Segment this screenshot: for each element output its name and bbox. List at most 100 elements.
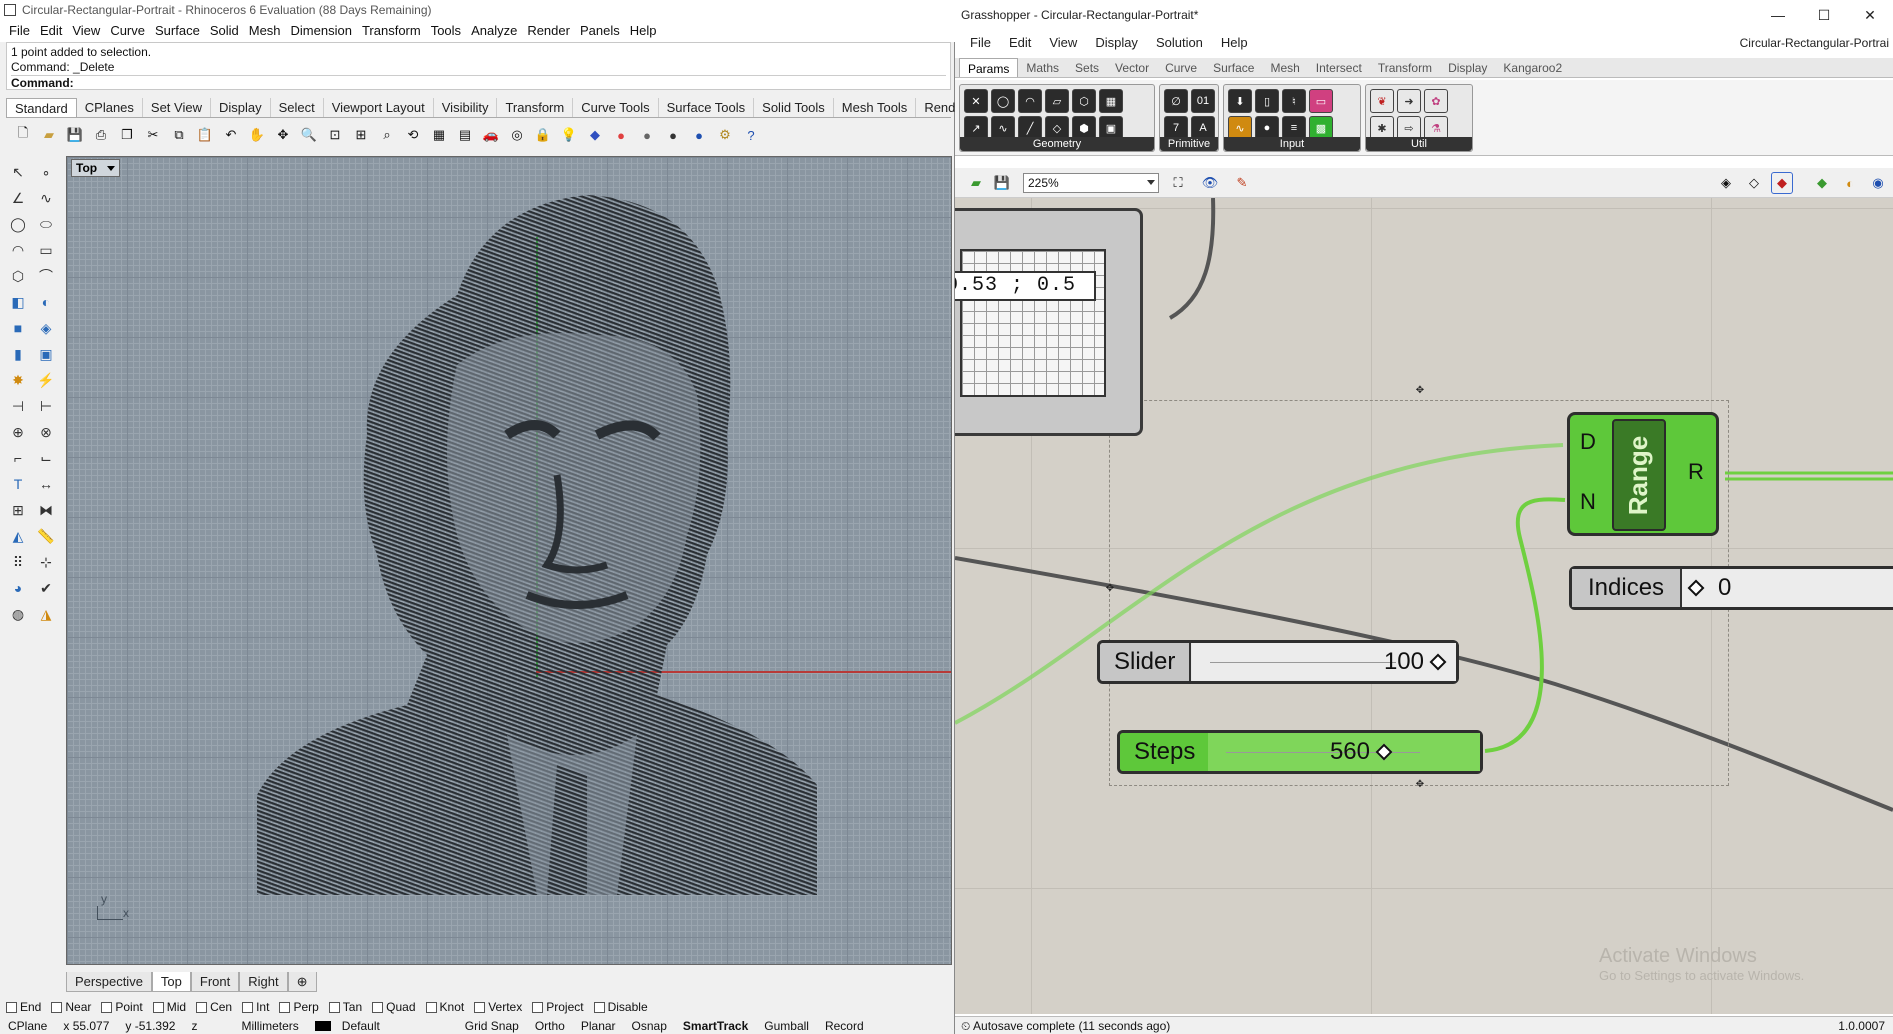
- grid-array-icon[interactable]: ⠿: [6, 550, 30, 574]
- zoom-window-icon[interactable]: ⊡: [324, 124, 346, 146]
- light-icon[interactable]: 💡: [558, 124, 580, 146]
- new-file-icon[interactable]: 🗋: [12, 124, 34, 146]
- rendered-sphere-icon[interactable]: ●: [662, 124, 684, 146]
- boolean-param-icon[interactable]: ∅: [1164, 89, 1188, 113]
- zoom-extents-icon[interactable]: ⛶: [1167, 172, 1189, 194]
- rhino-menu-solid[interactable]: Solid: [205, 20, 244, 42]
- open-folder-icon[interactable]: ▰: [38, 124, 60, 146]
- gh-document-name[interactable]: Circular-Rectangular-Portrai: [1740, 32, 1889, 54]
- rectangle-icon[interactable]: ▭: [34, 238, 58, 262]
- arc-param-icon[interactable]: ◠: [1018, 89, 1042, 113]
- osnap-disable[interactable]: Disable: [593, 998, 648, 1016]
- car-icon[interactable]: 🚗: [480, 124, 502, 146]
- toolbar-tab-visibility[interactable]: Visibility: [434, 98, 498, 117]
- mesh-param-icon[interactable]: ▦: [1099, 89, 1123, 113]
- panel-primitive-caption[interactable]: Primitive: [1160, 137, 1218, 151]
- copy-view-icon[interactable]: ❐: [116, 124, 138, 146]
- gh-tab-mesh[interactable]: Mesh: [1262, 58, 1307, 77]
- named-view-icon[interactable]: ◎: [506, 124, 528, 146]
- rhino-menu-file[interactable]: File: [4, 20, 35, 42]
- status-layer[interactable]: Default: [307, 1018, 457, 1034]
- material-icon[interactable]: ◆: [584, 124, 606, 146]
- curve-icon[interactable]: ∿: [34, 186, 58, 210]
- toolbar-tab-select[interactable]: Select: [271, 98, 324, 117]
- osnap-vertex[interactable]: Vertex: [474, 998, 522, 1016]
- toolbar-tab-curve-tools[interactable]: Curve Tools: [573, 98, 659, 117]
- gh-menu-file[interactable]: File: [961, 32, 1000, 54]
- preview-eye-icon[interactable]: 👁: [1199, 172, 1221, 194]
- polyline-icon[interactable]: ∠: [6, 186, 30, 210]
- toolbar-tab-viewport-layout[interactable]: Viewport Layout: [324, 98, 434, 117]
- solid-tools-icon[interactable]: ◭: [6, 524, 30, 548]
- save-file-icon[interactable]: 💾: [991, 172, 1013, 194]
- rhino-menu-render[interactable]: Render: [522, 20, 575, 42]
- toolbar-tab-surface-tools[interactable]: Surface Tools: [659, 98, 755, 117]
- steps-grip-diamond-icon[interactable]: [1375, 743, 1393, 761]
- status-gumball[interactable]: Gumball: [756, 1018, 817, 1034]
- extend-icon[interactable]: ⊢: [34, 394, 58, 418]
- zoom-extents-icon[interactable]: ⊞: [350, 124, 372, 146]
- cylinder-icon[interactable]: ▮: [6, 342, 30, 366]
- rhino-menu-transform[interactable]: Transform: [357, 20, 426, 42]
- zoom-selected-icon[interactable]: ⌕: [376, 124, 398, 146]
- array-icon[interactable]: ⊞: [6, 498, 30, 522]
- close-icon[interactable]: ✕: [1847, 0, 1893, 30]
- group-grip-bottom-icon[interactable]: ✥: [1413, 778, 1427, 792]
- gh-menu-display[interactable]: Display: [1086, 32, 1147, 54]
- rectangle-param-icon[interactable]: ▱: [1045, 89, 1069, 113]
- shaded-sphere-icon[interactable]: ●: [636, 124, 658, 146]
- gh-tab-sets[interactable]: Sets: [1067, 58, 1107, 77]
- top-viewport[interactable]: yx Top: [66, 156, 952, 965]
- osnap-int[interactable]: Int: [242, 998, 269, 1016]
- circle-icon[interactable]: ◯: [6, 212, 30, 236]
- osnap-end[interactable]: End: [6, 998, 41, 1016]
- move-icon[interactable]: ✥: [272, 124, 294, 146]
- osnap-project[interactable]: Project: [532, 998, 584, 1016]
- cplane-icon[interactable]: ▤: [454, 124, 476, 146]
- group-icon[interactable]: ⊕: [6, 420, 30, 444]
- viewport-title[interactable]: Top: [71, 159, 121, 177]
- preview-wireframe-icon[interactable]: ◈: [1715, 172, 1737, 194]
- osnap-point[interactable]: Point: [101, 998, 143, 1016]
- group-grip-left-icon[interactable]: ✥: [1103, 582, 1117, 596]
- gh-tab-vector[interactable]: Vector: [1107, 58, 1157, 77]
- slider-input-icon[interactable]: ♮: [1282, 89, 1306, 113]
- point-param-icon[interactable]: ✕: [964, 89, 988, 113]
- render-icon[interactable]: ◍: [6, 602, 30, 626]
- status-ortho[interactable]: Ortho: [527, 1018, 573, 1034]
- analyze-icon[interactable]: ◕: [6, 576, 30, 600]
- mesh-icon[interactable]: ▣: [34, 342, 58, 366]
- gradient-input-icon[interactable]: ▭: [1309, 89, 1333, 113]
- gh-tab-intersect[interactable]: Intersect: [1308, 58, 1370, 77]
- ungroup-icon[interactable]: ⊗: [34, 420, 58, 444]
- gh-menu-solution[interactable]: Solution: [1147, 32, 1212, 54]
- number-param-icon[interactable]: 01: [1191, 89, 1215, 113]
- rhino-menu-tools[interactable]: Tools: [426, 20, 466, 42]
- toolbar-tab-transform[interactable]: Transform: [497, 98, 574, 117]
- mirror-icon[interactable]: ⧓: [34, 498, 58, 522]
- gh-tab-params[interactable]: Params: [959, 58, 1019, 77]
- panel-input-caption[interactable]: Input: [1224, 137, 1360, 151]
- save-icon[interactable]: 💾: [64, 124, 86, 146]
- toolbar-tab-set-view[interactable]: Set View: [143, 98, 211, 117]
- four-view-icon[interactable]: ▦: [428, 124, 450, 146]
- fillet-curve-icon[interactable]: ⌒: [34, 264, 58, 288]
- rhino-menu-analyze[interactable]: Analyze: [466, 20, 522, 42]
- osnap-near[interactable]: Near: [51, 998, 91, 1016]
- render-sphere-icon[interactable]: ●: [688, 124, 710, 146]
- arc-icon[interactable]: ◠: [6, 238, 30, 262]
- command-area[interactable]: 1 point added to selection. Command: _De…: [6, 42, 951, 90]
- settings-gear-icon[interactable]: ⚙: [714, 124, 736, 146]
- number-slider[interactable]: Slider 100: [1097, 640, 1459, 684]
- viewport-tab-top[interactable]: Top: [151, 972, 191, 992]
- gh-tab-kangaroo2[interactable]: Kangaroo2: [1495, 58, 1570, 77]
- status-grid-snap[interactable]: Grid Snap: [457, 1018, 527, 1034]
- loft-icon[interactable]: ◐: [34, 290, 58, 314]
- panel-geometry-caption[interactable]: Geometry: [960, 137, 1154, 151]
- status-osnap[interactable]: Osnap: [624, 1018, 675, 1034]
- surface-param-icon[interactable]: ⬡: [1072, 89, 1096, 113]
- indices-slider[interactable]: Indices 0: [1569, 566, 1893, 610]
- surface-icon[interactable]: ◧: [6, 290, 30, 314]
- zoom-icon[interactable]: 🔍: [298, 124, 320, 146]
- select-arrow-icon[interactable]: ↖: [6, 160, 30, 184]
